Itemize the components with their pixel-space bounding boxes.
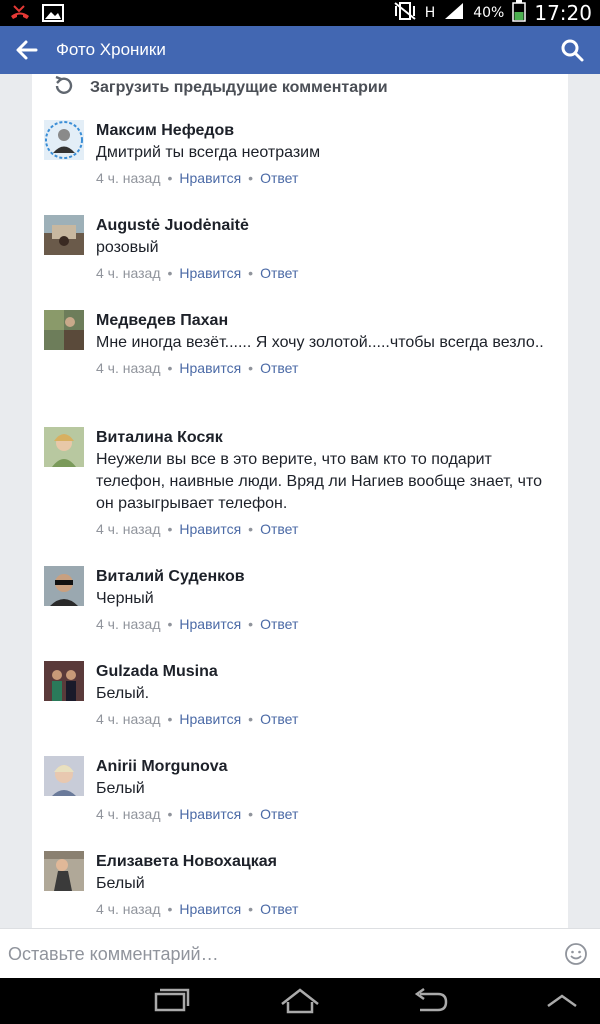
separator: • — [248, 616, 254, 632]
like-link[interactable]: Нравится — [179, 806, 241, 822]
comment-author[interactable]: Медведев Пахан — [96, 310, 554, 332]
comment-text: розовый — [96, 239, 159, 256]
avatar[interactable] — [44, 566, 84, 606]
comment-text: Черный — [96, 590, 154, 607]
separator: • — [167, 521, 173, 537]
comment-author[interactable]: Виталина Косяк — [96, 427, 554, 449]
reply-link[interactable]: Ответ — [260, 360, 298, 376]
reply-link[interactable]: Ответ — [260, 806, 298, 822]
comment-time: 4 ч. назад — [96, 521, 161, 537]
like-link[interactable]: Нравится — [179, 360, 241, 376]
comment-text: Дмитрий ты всегда неотразим — [96, 144, 321, 161]
like-link[interactable]: Нравится — [179, 711, 241, 727]
chevron-up-icon[interactable] — [540, 986, 584, 1016]
avatar[interactable] — [44, 310, 84, 350]
battery-percent: 40% — [473, 5, 505, 21]
avatar[interactable] — [44, 427, 84, 467]
avatar[interactable] — [44, 120, 84, 160]
separator: • — [167, 901, 173, 917]
separator: • — [248, 170, 254, 186]
vibrate-icon — [393, 1, 417, 26]
comment-time: 4 ч. назад — [96, 360, 161, 376]
reply-link[interactable]: Ответ — [260, 711, 298, 727]
separator: • — [167, 360, 173, 376]
reply-link[interactable]: Ответ — [260, 170, 298, 186]
comment-input[interactable]: Оставьте комментарий… — [0, 928, 600, 978]
comment-time: 4 ч. назад — [96, 265, 161, 281]
separator: • — [167, 170, 173, 186]
like-link[interactable]: Нравится — [179, 265, 241, 281]
comment-time: 4 ч. назад — [96, 711, 161, 727]
comment-author[interactable]: Augustė Juodėnaitė — [96, 215, 554, 237]
separator: • — [248, 521, 254, 537]
comment-text: Неужели вы все в это верите, что вам кто… — [96, 451, 543, 512]
app-bar: Фото Хроники — [0, 26, 600, 74]
comment-text: Мне иногда везёт...... Я хочу золотой...… — [96, 334, 544, 351]
back-arrow-icon[interactable] — [12, 36, 42, 64]
comments-panel: Загрузить предыдущие комментарии Максим … — [32, 74, 568, 928]
missed-call-icon — [8, 3, 32, 28]
system-navigation-bar — [0, 978, 600, 1024]
comment-time: 4 ч. назад — [96, 616, 161, 632]
reply-link[interactable]: Ответ — [260, 265, 298, 281]
comment-author[interactable]: Елизавета Новохацкая — [96, 851, 554, 873]
separator: • — [248, 901, 254, 917]
avatar[interactable] — [44, 851, 84, 891]
reply-link[interactable]: Ответ — [260, 521, 298, 537]
page-title: Фото Хроники — [56, 40, 166, 59]
separator: • — [248, 806, 254, 822]
avatar[interactable] — [44, 215, 84, 255]
comment-author[interactable]: Gulzada Musina — [96, 661, 554, 683]
comment-author[interactable]: Anirii Morgunova — [96, 756, 554, 778]
separator: • — [167, 711, 173, 727]
search-icon[interactable] — [558, 36, 586, 64]
network-type-label: H — [424, 5, 436, 21]
comment-text: Белый. — [96, 685, 150, 702]
home-icon[interactable] — [278, 986, 322, 1016]
avatar[interactable] — [44, 661, 84, 701]
comment-time: 4 ч. назад — [96, 170, 161, 186]
emoji-icon[interactable] — [564, 942, 588, 966]
separator: • — [248, 711, 254, 727]
like-link[interactable]: Нравится — [179, 521, 241, 537]
like-link[interactable]: Нравится — [179, 170, 241, 186]
battery-icon — [512, 0, 527, 27]
separator: • — [167, 265, 173, 281]
separator: • — [248, 360, 254, 376]
clock: 17:20 — [534, 1, 592, 25]
like-link[interactable]: Нравится — [179, 616, 241, 632]
comment-author[interactable]: Виталий Суденков — [96, 566, 554, 588]
reply-link[interactable]: Ответ — [260, 616, 298, 632]
recent-apps-icon[interactable] — [148, 986, 192, 1016]
load-previous-comments-label: Загрузить предыдущие комментарии — [90, 79, 388, 96]
comment-input-placeholder: Оставьте комментарий… — [8, 944, 219, 964]
comment-text: Белый — [96, 875, 145, 892]
separator: • — [167, 616, 173, 632]
load-previous-comments-button[interactable]: Загрузить предыдущие комментарии — [52, 75, 388, 102]
separator: • — [167, 806, 173, 822]
status-bar: H 40% 17:20 — [0, 0, 600, 26]
refresh-icon — [52, 75, 74, 102]
comment-text: Белый — [96, 780, 145, 797]
comment-time: 4 ч. назад — [96, 806, 161, 822]
comment-author[interactable]: Максим Нефедов — [96, 120, 554, 142]
comment-time: 4 ч. назад — [96, 901, 161, 917]
separator: • — [248, 265, 254, 281]
gallery-icon — [42, 3, 64, 28]
like-link[interactable]: Нравится — [179, 901, 241, 917]
signal-icon — [443, 1, 465, 26]
back-nav-icon[interactable] — [408, 986, 452, 1016]
reply-link[interactable]: Ответ — [260, 901, 298, 917]
avatar[interactable] — [44, 756, 84, 796]
